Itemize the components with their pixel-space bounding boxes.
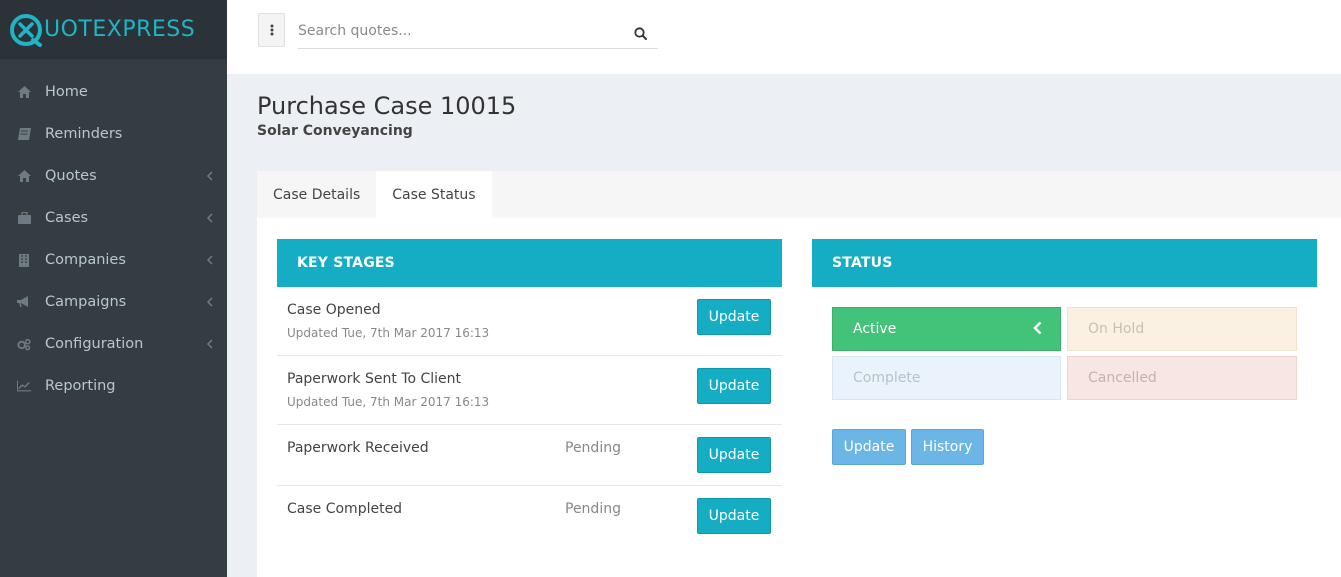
cogs-icon: [17, 337, 31, 351]
top-header: [227, 0, 1341, 74]
sidebar-item-label: Quotes: [45, 168, 97, 184]
book-icon: [17, 127, 31, 141]
sidebar-item-label: Configuration: [45, 336, 144, 352]
tab-bar: Case Details Case Status: [257, 171, 1341, 218]
update-stage-button[interactable]: Update: [697, 368, 771, 404]
logo-text: UOTEXPRESS: [44, 17, 196, 42]
stage-row: Paperwork Sent To Client Updated Tue, 7t…: [277, 356, 782, 425]
chevron-left-icon: [206, 337, 213, 353]
key-stages-header: KEY STAGES: [277, 239, 782, 287]
sidebar-item-home[interactable]: Home: [0, 71, 227, 113]
stage-updated: Updated Tue, 7th Mar 2017 16:13: [287, 395, 490, 409]
search-input[interactable]: [298, 14, 618, 48]
app-logo[interactable]: UOTEXPRESS: [0, 0, 227, 59]
stage-updated: Updated Tue, 7th Mar 2017 16:13: [287, 326, 490, 340]
search-bar: [298, 14, 658, 49]
stage-name: Case Opened: [287, 302, 381, 318]
sidebar-item-label: Reminders: [45, 126, 123, 142]
stage-name: Case Completed: [287, 501, 403, 517]
chevron-left-icon: [206, 295, 213, 311]
status-update-button[interactable]: Update: [832, 429, 906, 465]
status-header: STATUS: [812, 239, 1317, 287]
sidebar-item-cases[interactable]: Cases: [0, 197, 227, 239]
search-icon[interactable]: [634, 25, 647, 44]
status-option-label: Complete: [853, 370, 921, 386]
status-option-label: Cancelled: [1088, 370, 1157, 386]
sidebar-item-quotes[interactable]: Quotes: [0, 155, 227, 197]
update-stage-button[interactable]: Update: [697, 437, 771, 473]
sidebar-item-label: Campaigns: [45, 294, 127, 310]
status-option-label: On Hold: [1088, 321, 1145, 337]
tab-case-status[interactable]: Case Status: [376, 171, 492, 218]
case-status-panel: KEY STAGES Case Opened Updated Tue, 7th …: [257, 218, 1341, 577]
stage-row: Case Opened Updated Tue, 7th Mar 2017 16…: [277, 287, 782, 356]
vertical-dots-icon: [270, 21, 274, 40]
briefcase-icon: [17, 211, 31, 225]
sidebar-item-configuration[interactable]: Configuration: [0, 323, 227, 365]
building-icon: [17, 253, 31, 267]
logo-mark-icon: [9, 13, 43, 47]
home-icon: [17, 169, 31, 183]
sidebar-item-label: Home: [45, 84, 88, 100]
bullhorn-icon: [17, 295, 31, 309]
sidebar-item-reporting[interactable]: Reporting: [0, 365, 227, 407]
stage-row: Paperwork Received Pending Update: [277, 425, 782, 486]
main-content: Purchase Case 10015 Solar Conveyancing C…: [227, 74, 1341, 577]
stage-name: Paperwork Sent To Client: [287, 371, 462, 387]
stage-status: Pending: [565, 501, 621, 517]
status-option-complete[interactable]: Complete: [832, 356, 1061, 400]
status-option-cancelled[interactable]: Cancelled: [1067, 356, 1297, 400]
chevron-left-icon: [206, 169, 213, 185]
sidebar: UOTEXPRESS Home Reminders Quotes Cases C…: [0, 0, 227, 577]
sidebar-item-label: Companies: [45, 252, 126, 268]
home-icon: [17, 85, 31, 99]
tab-case-details[interactable]: Case Details: [257, 171, 376, 218]
chevron-left-icon: [206, 253, 213, 269]
page-subtitle: Solar Conveyancing: [257, 123, 413, 139]
update-stage-button[interactable]: Update: [697, 498, 771, 534]
menu-toggle-button[interactable]: [258, 13, 285, 47]
chevron-left-icon: [1033, 321, 1042, 339]
sidebar-item-reminders[interactable]: Reminders: [0, 113, 227, 155]
status-history-button[interactable]: History: [911, 429, 984, 465]
stage-row: Case Completed Pending Update: [277, 486, 782, 547]
line-chart-icon: [17, 379, 31, 393]
status-option-on-hold[interactable]: On Hold: [1067, 307, 1297, 351]
stage-status: Pending: [565, 440, 621, 456]
chevron-left-icon: [206, 211, 213, 227]
sidebar-nav: Home Reminders Quotes Cases Companies Ca…: [0, 71, 227, 407]
update-stage-button[interactable]: Update: [697, 299, 771, 335]
sidebar-item-companies[interactable]: Companies: [0, 239, 227, 281]
status-option-active[interactable]: Active: [832, 307, 1061, 351]
page-title: Purchase Case 10015: [257, 92, 517, 120]
status-option-label: Active: [853, 321, 897, 337]
sidebar-item-campaigns[interactable]: Campaigns: [0, 281, 227, 323]
stage-name: Paperwork Received: [287, 440, 429, 456]
sidebar-item-label: Cases: [45, 210, 89, 226]
sidebar-item-label: Reporting: [45, 378, 116, 394]
